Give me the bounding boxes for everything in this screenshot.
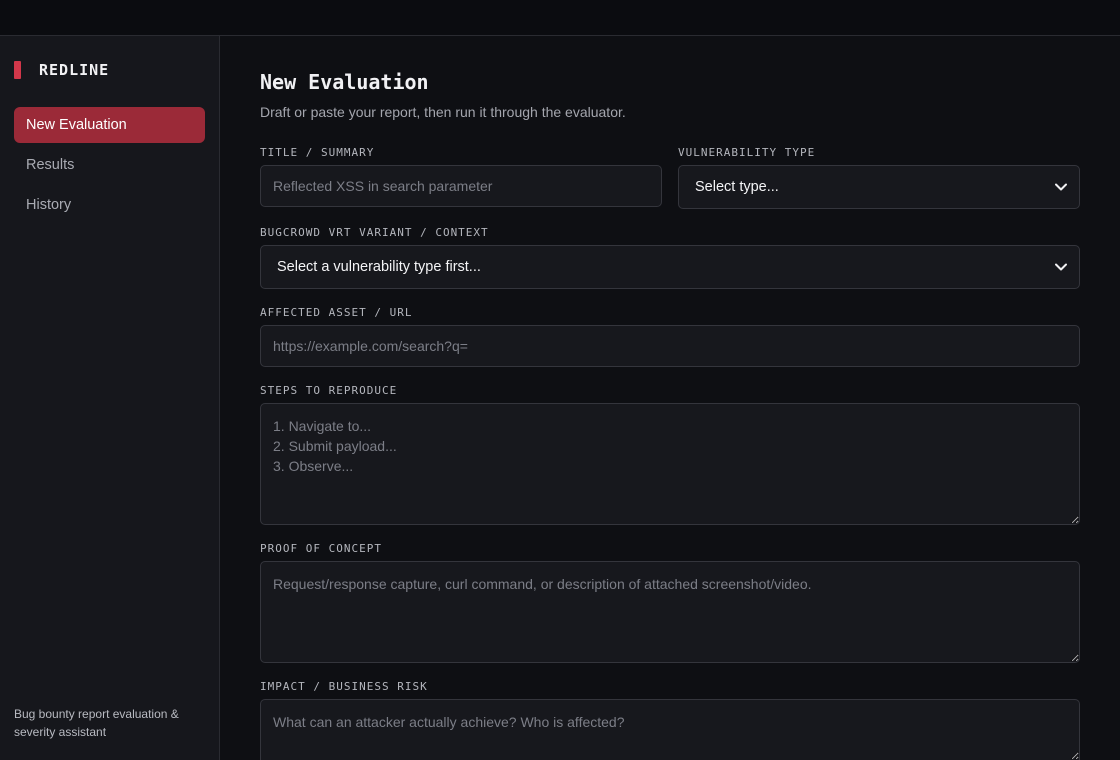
impact-textarea[interactable] (260, 699, 1080, 760)
vulnerability-type-label: VULNERABILITY TYPE (678, 146, 816, 159)
poc-label: PROOF OF CONCEPT (260, 542, 382, 555)
page-subtitle: Draft or paste your report, then run it … (260, 104, 626, 120)
sidebar-item-results[interactable]: Results (14, 147, 205, 183)
vulnerability-type-select[interactable]: Select type... (678, 165, 1080, 209)
vrt-label: BUGCROWD VRT VARIANT / CONTEXT (260, 226, 489, 239)
chevron-down-icon (1053, 259, 1069, 275)
vrt-select[interactable]: Select a vulnerability type first... (260, 245, 1080, 289)
brand: REDLINE (14, 60, 109, 80)
poc-textarea[interactable] (260, 561, 1080, 663)
sidebar-nav: New Evaluation Results History (14, 107, 205, 227)
main-content: New Evaluation Draft or paste your repor… (220, 36, 1120, 760)
brand-mark-icon (14, 61, 21, 79)
impact-label: IMPACT / BUSINESS RISK (260, 680, 428, 693)
sidebar-item-history[interactable]: History (14, 187, 205, 223)
top-bar (0, 0, 1120, 36)
steps-textarea[interactable] (260, 403, 1080, 525)
vulnerability-type-value: Select type... (695, 179, 779, 195)
brand-name: REDLINE (39, 61, 110, 79)
sidebar-footer-text: Bug bounty report evaluation & severity … (14, 707, 179, 739)
sidebar: REDLINE New Evaluation Results History B… (0, 36, 220, 760)
sidebar-item-new-evaluation[interactable]: New Evaluation (14, 107, 205, 143)
page-title: New Evaluation (260, 70, 429, 94)
steps-label: STEPS TO REPRODUCE (260, 384, 398, 397)
vrt-value: Select a vulnerability type first... (277, 259, 481, 275)
title-label: TITLE / SUMMARY (260, 146, 375, 159)
title-input[interactable] (260, 165, 662, 207)
asset-url-input[interactable] (260, 325, 1080, 367)
chevron-down-icon (1053, 179, 1069, 195)
asset-label: AFFECTED ASSET / URL (260, 306, 413, 319)
